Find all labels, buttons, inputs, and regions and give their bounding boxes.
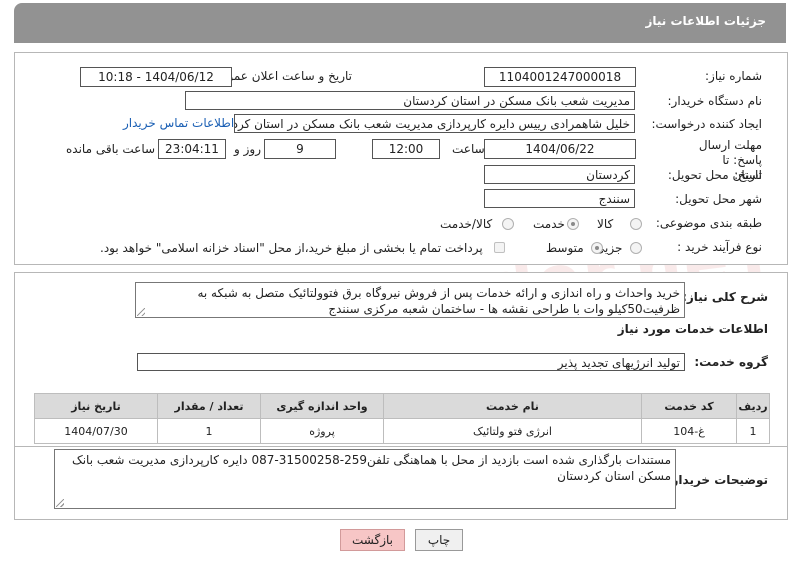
requester-label: ایجاد کننده درخواست: (651, 117, 762, 131)
service-group-label: گروه خدمت: (694, 355, 768, 369)
cell-need-date: 1404/07/30 (34, 418, 158, 444)
page-title: جزئیات اطلاعات نیاز (645, 14, 766, 28)
resize-grip-icon[interactable] (137, 308, 145, 316)
treasury-checkbox[interactable] (494, 242, 505, 253)
city-field: سنندج (484, 189, 635, 208)
buyer-contact-link[interactable]: اطلاعات تماس خریدار (123, 116, 234, 130)
process-radio-minor[interactable] (630, 242, 642, 254)
province-field: کردستان (484, 165, 635, 184)
services-table-header: ردیف کد خدمت نام خدمت واحد اندازه گیری ت… (34, 393, 770, 419)
category-option-goods-service: کالا/خدمت (440, 217, 493, 231)
services-section-title: اطلاعات خدمات مورد نیاز (617, 322, 768, 336)
buyer-notes-label: توضیحات خریدار: (666, 473, 768, 487)
category-radio-goods[interactable] (630, 218, 642, 230)
summary-text: خرید واحداث و راه اندازی و ارائه خدمات پ… (197, 286, 680, 316)
table-row: 1 غ-104 انرژی فتو ولتائیک پروژه 1 1404/0… (34, 418, 770, 444)
province-label: استان محل تحویل: (667, 168, 762, 182)
summary-label: شرح کلی نیاز: (682, 290, 768, 304)
remaining-days-label: روز و (234, 142, 261, 156)
deadline-date-field: 1404/06/22 (484, 139, 636, 159)
col-quantity: تعداد / مقدار (157, 393, 261, 419)
category-radio-service[interactable] (567, 218, 579, 230)
deadline-time-field: 12:00 (372, 139, 440, 159)
back-button[interactable]: بازگشت (340, 529, 405, 551)
process-radio-medium[interactable] (591, 242, 603, 254)
buyer-org-field: مدیریت شعب بانک مسکن در استان کردستان (185, 91, 635, 110)
buyer-notes-textarea[interactable]: مستندات بارگذاری شده است بازدید از محل ب… (54, 449, 676, 509)
need-number-label: شماره نیاز: (705, 69, 762, 83)
col-row: ردیف (736, 393, 770, 419)
remaining-days-field: 9 (264, 139, 336, 159)
col-unit: واحد اندازه گیری (260, 393, 384, 419)
page-header: جزئیات اطلاعات نیاز (14, 3, 786, 43)
process-label: نوع فرآیند خرید : (677, 240, 762, 254)
deadline-time-label: ساعت (452, 142, 485, 156)
requester-field: خلیل شاهمرادی رییس دایره کارپردازی مدیری… (234, 114, 635, 133)
cell-unit: پروژه (260, 418, 384, 444)
col-service-code: کد خدمت (641, 393, 737, 419)
col-need-date: تاریخ نیاز (34, 393, 158, 419)
service-group-field: تولید انرژیهای تجدید پذیر (137, 353, 685, 371)
need-number-field: 1104001247000018 (484, 67, 636, 87)
category-radio-goods-service[interactable] (502, 218, 514, 230)
cell-service-name: انرژی فتو ولتائیک (383, 418, 642, 444)
print-button[interactable]: چاپ (415, 529, 463, 551)
buyer-notes-text: مستندات بارگذاری شده است بازدید از محل ب… (71, 453, 671, 483)
remaining-time-field: 23:04:11 (158, 139, 226, 159)
cell-row: 1 (736, 418, 770, 444)
category-option-goods: کالا (597, 217, 614, 231)
services-table: ردیف کد خدمت نام خدمت واحد اندازه گیری ت… (34, 393, 770, 444)
process-option-medium: متوسط (546, 241, 584, 255)
col-service-name: نام خدمت (383, 393, 642, 419)
category-option-service: خدمت (533, 217, 565, 231)
announce-datetime-field: 1404/06/12 - 10:18 (80, 67, 232, 87)
cell-service-code: غ-104 (641, 418, 737, 444)
city-label: شهر محل تحویل: (675, 192, 762, 206)
remaining-time-label: ساعت باقی مانده (66, 142, 156, 156)
category-label: طبقه بندی موضوعی: (655, 216, 762, 230)
summary-textarea[interactable]: خرید واحداث و راه اندازی و ارائه خدمات پ… (135, 282, 685, 318)
treasury-note: پرداخت تمام یا بخشی از مبلغ خرید،از محل … (100, 241, 483, 255)
buyer-org-label: نام دستگاه خریدار: (667, 94, 763, 108)
resize-grip-icon[interactable] (56, 499, 64, 507)
cell-quantity: 1 (157, 418, 261, 444)
